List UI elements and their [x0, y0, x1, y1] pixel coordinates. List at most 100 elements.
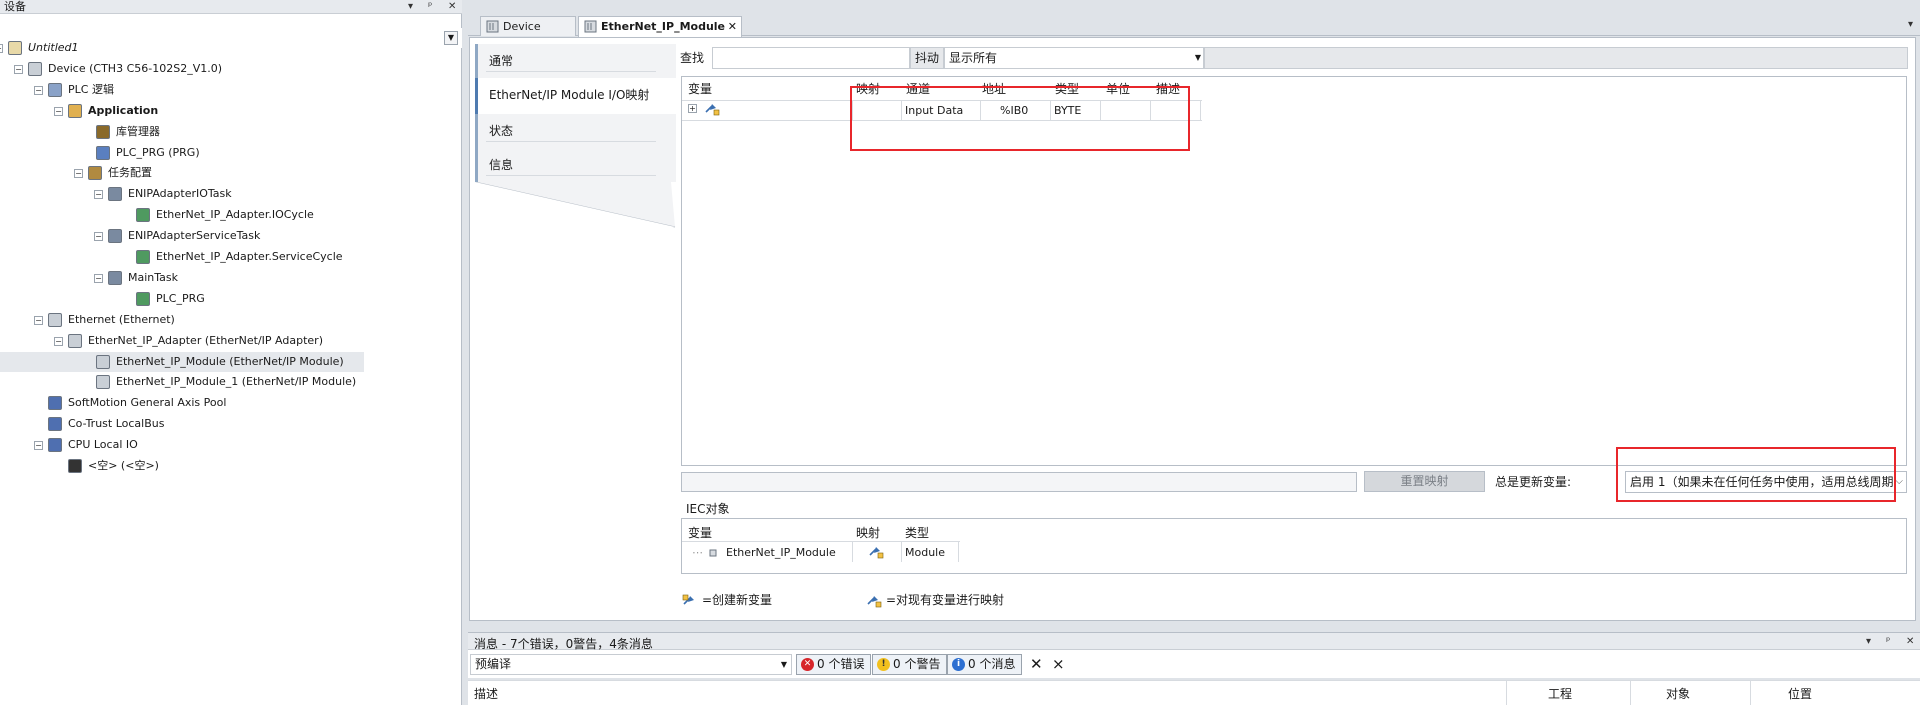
side-nav-general[interactable]: 通常 [475, 44, 676, 78]
tree-item[interactable]: PLC_PRG [0, 289, 360, 309]
tree-node-icon [96, 354, 110, 369]
errors-filter-button[interactable]: ✕ 0 个错误 [796, 654, 872, 675]
tree-collapse-icon[interactable]: − [34, 85, 43, 95]
filter-button[interactable]: 抖动 [910, 47, 944, 69]
tree-node-icon [68, 103, 82, 118]
tree-collapse-icon[interactable]: − [54, 106, 63, 116]
tree-node-icon [48, 312, 62, 327]
tree-collapse-icon[interactable]: − [34, 315, 43, 325]
tree-item[interactable]: Co-Trust LocalBus [0, 414, 360, 434]
filter-select[interactable]: 显示所有 ▼ [944, 47, 1204, 69]
search-label: 查找 [680, 51, 705, 65]
tree-item[interactable]: PLC_PRG (PRG) [0, 143, 360, 163]
tree-item-label: Untitled1 [28, 41, 79, 54]
tree-collapse-icon[interactable]: − [94, 232, 103, 242]
warnings-filter-button[interactable]: ! 0 个警告 [872, 654, 948, 675]
tree-node-icon [108, 187, 122, 202]
col-header-variable[interactable]: 变量 [688, 80, 712, 97]
tree-item[interactable]: − Ethernet (Ethernet) [0, 310, 360, 330]
map-existing-variable-icon[interactable] [704, 102, 720, 116]
clear-messages-icon[interactable]: ✕ [1030, 655, 1043, 673]
tree-collapse-icon[interactable]: − [0, 44, 3, 53]
pin-icon[interactable]: ᵖ [1886, 635, 1890, 649]
iec-row-variable: EtherNet_IP_Module [726, 546, 836, 559]
tree-item-label: SoftMotion General Axis Pool [68, 396, 227, 410]
tab-device[interactable]: Device [480, 16, 576, 36]
tree-item-label: EtherNet_IP_Adapter.ServiceCycle [156, 250, 343, 263]
iec-header-mapping[interactable]: 映射 [856, 524, 880, 541]
tree-item[interactable]: − Untitled1 [0, 38, 360, 58]
tree-item[interactable]: 库管理器 [0, 122, 360, 142]
msg-col-object[interactable]: 对象 [1666, 685, 1690, 702]
tree-item-label: <空> (<空>) [88, 459, 159, 472]
info-icon: i [952, 658, 965, 671]
devices-dropdown-button[interactable]: ▼ [444, 31, 458, 45]
tree-item[interactable]: − PLC 逻辑 [0, 80, 360, 100]
tree-item-label: ENIPAdapterServiceTask [128, 229, 261, 243]
side-nav-status-label: 状态 [489, 124, 514, 138]
tree-collapse-icon[interactable]: − [54, 336, 63, 346]
tree-item[interactable]: − Device (CTH3 C56-102S2_V1.0) [0, 59, 360, 79]
close-tab-icon[interactable]: ✕ [728, 17, 737, 37]
grid-col-divider [1200, 100, 1201, 120]
tree-item[interactable]: EtherNet_IP_Module (EtherNet/IP Module) [0, 351, 364, 372]
tab-ethernet-ip-module[interactable]: EtherNet_IP_Module ✕ [578, 16, 742, 37]
search-input[interactable] [712, 47, 910, 69]
clear-all-messages-icon[interactable]: ⨯ [1052, 655, 1065, 673]
msg-col-project[interactable]: 工程 [1548, 685, 1572, 702]
tree-item-label: EtherNet_IP_Adapter (EtherNet/IP Adapter… [88, 333, 323, 347]
side-nav-general-label: 通常 [489, 54, 514, 68]
iec-header-variable[interactable]: 变量 [688, 524, 712, 541]
row-expand-icon[interactable]: + [688, 104, 697, 113]
tree-item[interactable]: EtherNet_IP_Adapter.IOCycle [0, 205, 360, 225]
tree-item-label: 任务配置 [108, 166, 152, 180]
reset-mapping-button[interactable]: 重置映射 [1364, 471, 1485, 492]
side-nav-status[interactable]: 状态 [475, 114, 676, 148]
tree-item[interactable]: EtherNet_IP_Adapter.ServiceCycle [0, 247, 360, 267]
messages-panel-titlebar: 消息 - 7个错误，0警告，4条消息 ▾ ᵖ ✕ [468, 632, 1920, 651]
iec-header-type[interactable]: 类型 [905, 524, 929, 541]
side-nav-info[interactable]: 信息 [475, 148, 676, 182]
map-variable-icon [867, 595, 882, 607]
messages-filter-button[interactable]: i 0 个消息 [947, 654, 1023, 675]
side-nav-slant-edge [475, 182, 675, 227]
chevron-down-icon: ▼ [780, 660, 787, 669]
tree-node-icon [136, 250, 150, 264]
tree-collapse-icon[interactable]: − [74, 169, 83, 179]
msg-col-location[interactable]: 位置 [1788, 685, 1812, 702]
tree-collapse-icon[interactable]: − [94, 273, 103, 283]
tree-item[interactable]: EtherNet_IP_Module_1 (EtherNet/IP Module… [0, 372, 360, 392]
tree-item[interactable]: − CPU Local IO [0, 435, 360, 455]
tree-item[interactable]: − MainTask [0, 268, 360, 288]
iec-col-divider [958, 541, 959, 562]
tree-item[interactable]: SoftMotion General Axis Pool [0, 393, 360, 413]
messages-filter-select[interactable]: 预编译 ▼ [470, 654, 792, 675]
pin-icon[interactable]: ᵖ [428, 0, 432, 14]
tree-item[interactable]: − ENIPAdapterServiceTask [0, 226, 360, 246]
tree-node-icon [136, 208, 150, 223]
close-panel-icon[interactable]: ✕ [448, 0, 456, 14]
tree-item[interactable]: − Application [0, 101, 360, 121]
tree-item[interactable]: − EtherNet_IP_Adapter (EtherNet/IP Adapte… [0, 331, 360, 351]
panel-menu-icon[interactable]: ▾ [408, 0, 413, 14]
msg-col-description[interactable]: 描述 [474, 685, 498, 702]
tree-item-label: MainTask [128, 270, 178, 284]
tab-list-icon[interactable]: ▾ [1908, 18, 1913, 32]
close-panel-icon[interactable]: ✕ [1906, 635, 1914, 649]
devices-panel: ▼ −Untitled1−Device (CTH3 C56-102S2_V1.0… [0, 14, 462, 705]
tree-item-label: Application [88, 103, 159, 117]
filter-select-value: 显示所有 [949, 51, 998, 65]
side-nav-io-mapping[interactable]: EtherNet/IP Module I/O映射 [475, 78, 676, 114]
tree-item[interactable]: − ENIPAdapterIOTask [0, 184, 360, 204]
tree-item[interactable]: − 任务配置 [0, 163, 360, 183]
tree-item-label: EtherNet_IP_Module (EtherNet/IP Module) [116, 354, 344, 368]
tree-collapse-icon[interactable]: − [94, 190, 103, 200]
panel-menu-icon[interactable]: ▾ [1866, 635, 1871, 649]
map-existing-variable-icon[interactable] [868, 545, 884, 559]
tree-collapse-icon[interactable]: − [34, 441, 43, 451]
tree-item[interactable]: <空> (<空>) [0, 456, 360, 476]
tree-collapse-icon[interactable]: − [14, 64, 23, 74]
tree-node-icon [88, 166, 102, 181]
side-nav-info-label: 信息 [489, 158, 514, 172]
tree-item-label: CPU Local IO [68, 438, 138, 452]
